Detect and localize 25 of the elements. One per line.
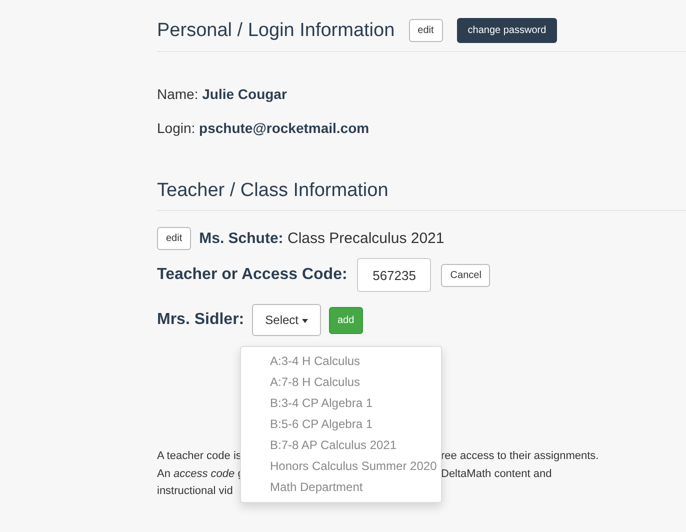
caret-icon: [302, 318, 308, 323]
menu-item[interactable]: B:7-8 AP Calculus 2021: [241, 435, 441, 456]
help-text: ree access to their assignments.: [441, 449, 599, 464]
class-text: Ms. Schute: Class Precalculus 2021: [199, 230, 444, 247]
edit-button[interactable]: edit: [408, 19, 443, 42]
login-text: Login: pschute@rocketmail.com: [157, 120, 370, 136]
menu-item[interactable]: Math Department: [241, 477, 441, 498]
cancel-button[interactable]: Cancel: [441, 264, 490, 286]
code-label: Teacher or Access Code:: [157, 266, 348, 284]
change-password-button[interactable]: change password: [456, 18, 558, 43]
name-text: Name: Julie Cougar: [157, 86, 288, 102]
section-heading: Personal / Login Information: [157, 20, 395, 42]
menu-item[interactable]: A:3-4 H Calculus: [241, 351, 441, 372]
menu-item[interactable]: Honors Calculus Summer 2020: [241, 456, 441, 477]
menu-item[interactable]: A:7-8 H Calculus: [241, 372, 441, 393]
edit-button[interactable]: edit: [157, 227, 192, 250]
menu-item[interactable]: B:5-6 CP Algebra 1: [241, 414, 441, 435]
code-field[interactable]: 567235: [357, 258, 432, 292]
menu-item[interactable]: B:3-4 CP Algebra 1: [241, 393, 441, 414]
add-button[interactable]: add: [328, 306, 364, 334]
section-heading: Teacher / Class Information: [157, 180, 388, 202]
teacher-label: Mrs. Sidler:: [157, 311, 244, 329]
select-dropdown[interactable]: Select: [252, 304, 320, 336]
help-text: instructional vid: [157, 484, 234, 499]
help-text: DeltaMath content and: [441, 466, 552, 482]
